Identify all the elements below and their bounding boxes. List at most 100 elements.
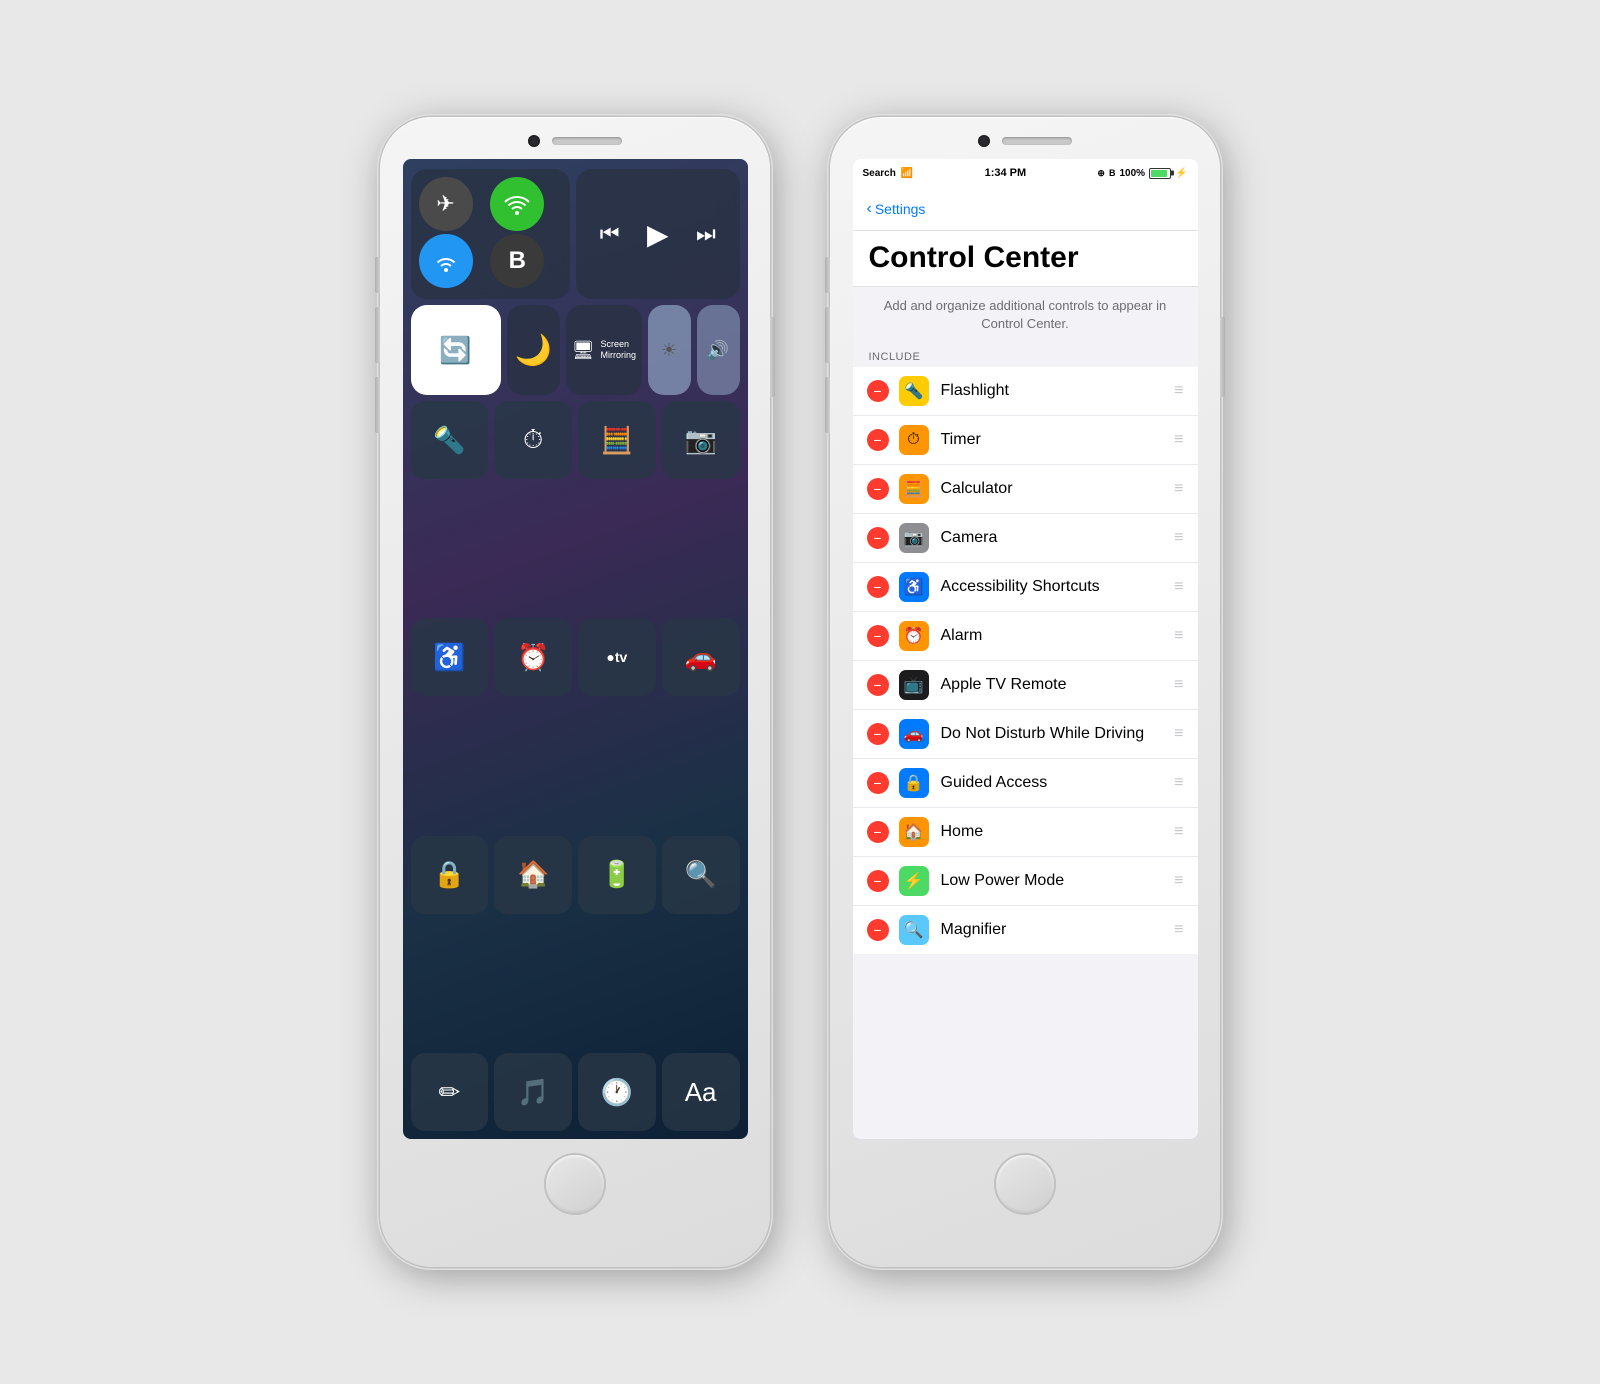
cc-do-not-disturb-btn[interactable]: 🌙 — [507, 305, 561, 395]
cc-next-icon[interactable]: ⏭ — [696, 221, 716, 247]
item-icon: 🔒 — [899, 768, 929, 798]
cc-calculator-btn[interactable]: 🧮 — [578, 401, 656, 479]
remove-item-button[interactable]: − — [867, 870, 889, 892]
location-icon: ⊕ — [1097, 168, 1105, 179]
phone2-top — [830, 135, 1220, 147]
list-item: − 🚗 Do Not Disturb While Driving ≡ — [853, 710, 1198, 759]
phone-control-center: ✈ B ⏮ ▶ ⏭ — [380, 117, 770, 1267]
cc-bottom-row: ✏ 🎵 🕐 Aа — [411, 1053, 740, 1131]
item-label: Camera — [941, 529, 1167, 547]
battery-icon — [1149, 168, 1171, 179]
drag-handle[interactable]: ≡ — [1174, 431, 1183, 449]
back-chevron-icon: ‹ — [867, 200, 872, 218]
list-item: − ⏰ Alarm ≡ — [853, 612, 1198, 661]
cc-accessibility-btn[interactable]: ♿ — [411, 618, 489, 696]
cc-magnifier-btn[interactable]: 🔍 — [662, 836, 740, 914]
item-label: Alarm — [941, 627, 1167, 645]
remove-item-button[interactable]: − — [867, 919, 889, 941]
drag-handle[interactable]: ≡ — [1174, 627, 1183, 645]
drag-handle[interactable]: ≡ — [1174, 529, 1183, 547]
battery-fill — [1151, 170, 1167, 177]
cc-text-size-btn[interactable]: Aа — [662, 1053, 740, 1131]
silent-button-2[interactable] — [825, 257, 830, 293]
volume-up-button-2[interactable] — [825, 307, 830, 363]
drag-handle[interactable]: ≡ — [1174, 725, 1183, 743]
remove-item-button[interactable]: − — [867, 380, 889, 402]
phone1-home-button[interactable] — [546, 1155, 604, 1213]
control-center-panel: ✈ B ⏮ ▶ ⏭ — [403, 159, 748, 1139]
drag-handle[interactable]: ≡ — [1174, 823, 1183, 841]
battery-tip — [1171, 171, 1174, 176]
cc-home-btn[interactable]: 🏠 — [494, 836, 572, 914]
remove-item-button[interactable]: − — [867, 478, 889, 500]
settings-screen: Search 📶 1:34 PM ⊕ B 100% ⚡ — [853, 159, 1198, 1139]
item-label: Timer — [941, 431, 1167, 449]
cc-appletv-btn[interactable]: ●tv — [578, 618, 656, 696]
item-label: Low Power Mode — [941, 872, 1167, 890]
status-time: 1:34 PM — [985, 167, 1027, 179]
power-button-2[interactable] — [1220, 317, 1225, 397]
cc-dnd-driving-btn[interactable]: 🚗 — [662, 618, 740, 696]
remove-item-button[interactable]: − — [867, 674, 889, 696]
right-side-buttons — [770, 317, 775, 397]
cc-wifi-btn[interactable] — [490, 177, 544, 231]
remove-item-button[interactable]: − — [867, 527, 889, 549]
drag-handle[interactable]: ≡ — [1174, 480, 1183, 498]
cc-prev-icon[interactable]: ⏮ — [600, 221, 620, 247]
item-label: Accessibility Shortcuts — [941, 578, 1167, 596]
cc-battery-btn[interactable]: 🔋 — [578, 836, 656, 914]
drag-handle[interactable]: ≡ — [1174, 382, 1183, 400]
back-label: Settings — [875, 201, 926, 217]
volume-up-button[interactable] — [375, 307, 380, 363]
item-icon: 🏠 — [899, 817, 929, 847]
list-item: − ♿ Accessibility Shortcuts ≡ — [853, 563, 1198, 612]
remove-item-button[interactable]: − — [867, 429, 889, 451]
cc-screen-mirror-btn[interactable]: 🖥 ScreenMirroring — [566, 305, 641, 395]
item-icon: 🔦 — [899, 376, 929, 406]
cc-shazam-btn[interactable]: 🎵 — [494, 1053, 572, 1131]
cc-flashlight-btn[interactable]: 🔦 — [411, 401, 489, 479]
item-icon: ⚡ — [899, 866, 929, 896]
cc-wifi2-btn[interactable] — [419, 234, 473, 288]
cc-alarm-btn[interactable]: ⏰ — [494, 618, 572, 696]
cc-screen-lock-btn[interactable]: 🔄 — [411, 305, 501, 395]
phone2-home-button[interactable] — [996, 1155, 1054, 1213]
drag-handle[interactable]: ≡ — [1174, 872, 1183, 890]
drag-handle[interactable]: ≡ — [1174, 676, 1183, 694]
cc-bluetooth-btn[interactable]: B — [490, 234, 544, 288]
back-button[interactable]: ‹ Settings — [867, 200, 926, 218]
silent-button[interactable] — [375, 257, 380, 293]
list-item: − 🏠 Home ≡ — [853, 808, 1198, 857]
volume-down-button[interactable] — [375, 377, 380, 433]
battery-percent: 100% — [1119, 168, 1145, 179]
item-icon: 📺 — [899, 670, 929, 700]
cc-volume-btn[interactable]: 🔊 — [697, 305, 740, 395]
cc-play-icon[interactable]: ▶ — [647, 218, 669, 251]
cc-airplane-btn[interactable]: ✈ — [419, 177, 473, 231]
remove-item-button[interactable]: − — [867, 821, 889, 843]
drag-handle[interactable]: ≡ — [1174, 774, 1183, 792]
item-label: Flashlight — [941, 382, 1167, 400]
page-title-section: Control Center — [853, 231, 1198, 287]
remove-item-button[interactable]: − — [867, 723, 889, 745]
bluetooth-icon: B — [1109, 168, 1116, 178]
cc-brightness-btn[interactable]: ☀ — [648, 305, 691, 395]
drag-handle[interactable]: ≡ — [1174, 578, 1183, 596]
cc-notes-btn[interactable]: ✏ — [411, 1053, 489, 1131]
cc-timer-btn[interactable]: ⏱ — [494, 401, 572, 479]
list-item: − ⏱ Timer ≡ — [853, 416, 1198, 465]
volume-down-button-2[interactable] — [825, 377, 830, 433]
remove-item-button[interactable]: − — [867, 772, 889, 794]
remove-item-button[interactable]: − — [867, 576, 889, 598]
cc-camera-btn[interactable]: 📷 — [662, 401, 740, 479]
control-center-items-list: − 🔦 Flashlight ≡ − ⏱ Timer ≡ − 🧮 Calcula… — [853, 367, 1198, 954]
section-header: INCLUDE — [853, 343, 1198, 367]
cc-world-clock-btn[interactable]: 🕐 — [578, 1053, 656, 1131]
remove-item-button[interactable]: − — [867, 625, 889, 647]
item-label: Calculator — [941, 480, 1167, 498]
item-icon: 🧮 — [899, 474, 929, 504]
item-label: Guided Access — [941, 774, 1167, 792]
cc-lock-screen-btn[interactable]: 🔒 — [411, 836, 489, 914]
drag-handle[interactable]: ≡ — [1174, 921, 1183, 939]
power-button[interactable] — [770, 317, 775, 397]
